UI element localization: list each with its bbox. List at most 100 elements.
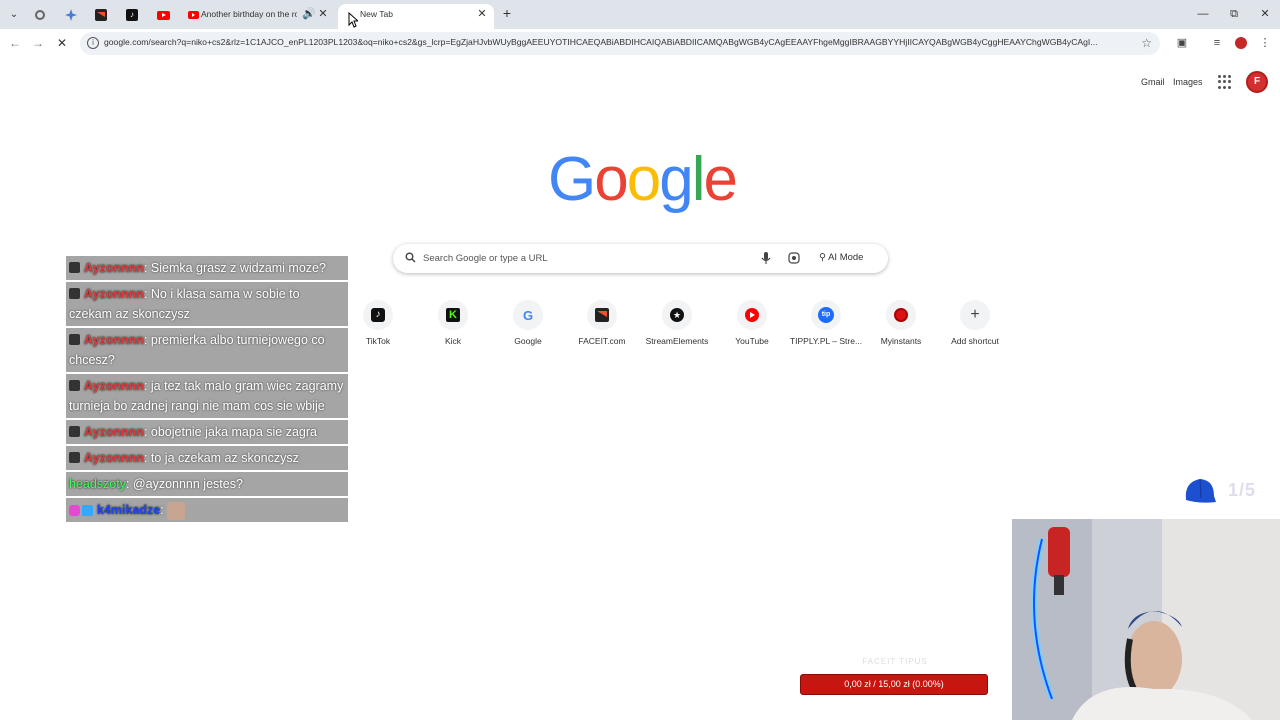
tab-new-tab-close-icon[interactable]: ✕ (476, 8, 488, 20)
pinned-tab-youtube[interactable] (155, 7, 171, 23)
shortcut-label: Add shortcut (951, 336, 999, 346)
youtube-icon (187, 11, 199, 19)
chat-message: Ayzonnnn: premierka albo turniejowego co… (66, 328, 348, 372)
images-link[interactable]: Images (1173, 77, 1203, 87)
google-logo: Google (548, 145, 738, 214)
round-counter-overlay: 1/5 (1180, 476, 1270, 508)
chat-username: Ayzonnnn (84, 451, 144, 465)
chat-emote-icon (167, 501, 186, 520)
tab-search-icon[interactable]: ⌄ (6, 7, 22, 23)
new-tab-button[interactable]: + (500, 6, 514, 20)
site-info-icon[interactable]: i (87, 37, 99, 49)
browser-toolbar: ← → ✕ i google.com/search?q=niko+cs2&rlz… (0, 29, 1280, 58)
chat-text: : (160, 503, 164, 517)
google-apps-icon[interactable] (1218, 75, 1232, 89)
chat-message: Ayzonnnn: No i klasa sama w sobie to cze… (66, 282, 348, 326)
shortcut-myinstants[interactable]: Myinstants (864, 300, 938, 360)
chat-message: Ayzonnnn: Siemka grasz z widzami moze? (66, 256, 348, 280)
chat-message: headszoty: @ayzonnnn jestes? (66, 472, 348, 496)
stop-loading-button[interactable]: ✕ (54, 35, 70, 51)
cap-icon (1185, 478, 1216, 503)
tiktok-icon: ♪ (371, 308, 385, 322)
chat-username: headszoty (69, 477, 126, 491)
chat-username: Ayzonnnn (84, 261, 144, 275)
media-controls-icon[interactable]: ≡ (1210, 36, 1224, 50)
shortcut-google[interactable]: G Google (491, 300, 565, 360)
subscriber-badge-icon (69, 505, 80, 517)
moderator-badge-icon (69, 380, 80, 392)
moderator-badge-icon (69, 334, 80, 346)
tiktok-icon: ♪ (126, 9, 138, 21)
chat-username: Ayzonnnn (84, 333, 144, 347)
moderator-badge-icon (69, 288, 80, 300)
shortcut-youtube[interactable]: YouTube (715, 300, 789, 360)
moderator-badge-icon (69, 452, 80, 464)
plus-icon: + (970, 306, 980, 323)
round-counter: 1/5 (1228, 480, 1257, 500)
shortcut-tipply[interactable]: tip TIPPLY.PL – Stre... (789, 300, 863, 360)
donation-goal-bar: 0,00 zł / 15,00 zł (0.00%) (800, 674, 988, 695)
extensions-icon[interactable]: ▣ (1175, 36, 1189, 50)
chat-text: : obojetnie jaka mapa sie zagra (143, 425, 317, 439)
google-icon: G (522, 307, 534, 323)
shortcut-label: Myinstants (880, 336, 922, 346)
url-text[interactable]: google.com/search?q=niko+cs2&rlz=1C1AJCO… (104, 37, 1124, 47)
tab-youtube-title[interactable]: Another birthday on the ro (201, 9, 297, 19)
faceit-icon (95, 9, 107, 21)
shortcut-label: Google (514, 336, 542, 346)
address-bar[interactable]: i google.com/search?q=niko+cs2&rlz=1C1AJ… (80, 32, 1160, 55)
moderator-badge-icon (69, 426, 80, 438)
minimize-icon[interactable]: — (1196, 7, 1210, 21)
shortcut-kick[interactable]: K Kick (416, 300, 490, 360)
faceit-overlay-label: FACEIT TIPUS (862, 657, 928, 666)
restore-icon[interactable]: ⧉ (1227, 7, 1241, 21)
youtube-icon (156, 10, 170, 20)
ai-mode-search-icon: ⚲ (819, 252, 829, 263)
account-avatar[interactable]: F (1246, 71, 1268, 93)
bookmark-star-icon[interactable]: ☆ (1141, 36, 1152, 50)
shortcut-label: FACEIT.com (578, 336, 626, 346)
chat-message: Ayzonnnn: to ja czekam az skonczysz (66, 446, 348, 470)
shortcut-label: StreamElements (645, 336, 709, 346)
pinned-tab-settings[interactable] (32, 7, 48, 23)
shortcut-label: TikTok (365, 336, 391, 346)
chrome-menu-icon[interactable]: ⋮ (1258, 36, 1272, 50)
myinstants-icon (894, 308, 908, 322)
profile-icon[interactable] (1234, 36, 1248, 50)
speaker-icon[interactable]: 🔊 (302, 8, 316, 20)
search-box[interactable]: ⚲ AI Mode (393, 244, 888, 273)
chat-username: k4mikadze (97, 503, 161, 517)
youtube-icon (745, 308, 759, 322)
tab-new-tab-title: New Tab (360, 9, 393, 19)
tab-youtube-favicon (185, 7, 201, 23)
forward-button[interactable]: → (30, 35, 46, 51)
shortcut-tiktok[interactable]: ♪ TikTok (341, 300, 415, 360)
moderator-badge-icon (69, 262, 80, 274)
ai-mode-label: AI Mode (828, 252, 864, 263)
add-shortcut-button[interactable]: + Add shortcut (938, 300, 1012, 360)
shortcut-label: Kick (444, 336, 462, 346)
tab-youtube-close-icon[interactable]: ✕ (317, 8, 329, 20)
gear-icon (35, 10, 45, 20)
stream-chat-overlay: Ayzonnnn: Siemka grasz z widzami moze? A… (66, 256, 348, 524)
chat-username: Ayzonnnn (84, 287, 144, 301)
donation-goal-text: 0,00 zł / 15,00 zł (0.00%) (844, 679, 944, 689)
pinned-tab-tiktok[interactable]: ♪ (124, 7, 140, 23)
pinned-tab-gemini[interactable] (63, 7, 79, 23)
microphone-icon[interactable] (761, 252, 771, 265)
shortcut-streamelements[interactable]: ★ StreamElements (640, 300, 714, 360)
gmail-link[interactable]: Gmail (1141, 77, 1165, 87)
back-button[interactable]: ← (7, 35, 23, 51)
chat-text: : to ja czekam az skonczysz (143, 451, 299, 465)
mouse-cursor-icon (348, 12, 358, 28)
close-window-icon[interactable]: ✕ (1258, 7, 1272, 21)
search-input[interactable] (423, 250, 753, 266)
gemini-icon (65, 9, 77, 21)
chat-username: Ayzonnnn (84, 425, 144, 439)
chat-text: : Siemka grasz z widzami moze? (143, 261, 326, 275)
ai-mode-button[interactable]: ⚲ AI Mode (813, 249, 869, 267)
tab-strip: ⌄ ♪ Another birthday on the ro 🔊 ✕ New T… (0, 0, 1280, 29)
shortcut-faceit[interactable]: FACEIT.com (565, 300, 639, 360)
google-lens-icon[interactable] (788, 252, 800, 264)
pinned-tab-faceit[interactable] (93, 7, 109, 23)
